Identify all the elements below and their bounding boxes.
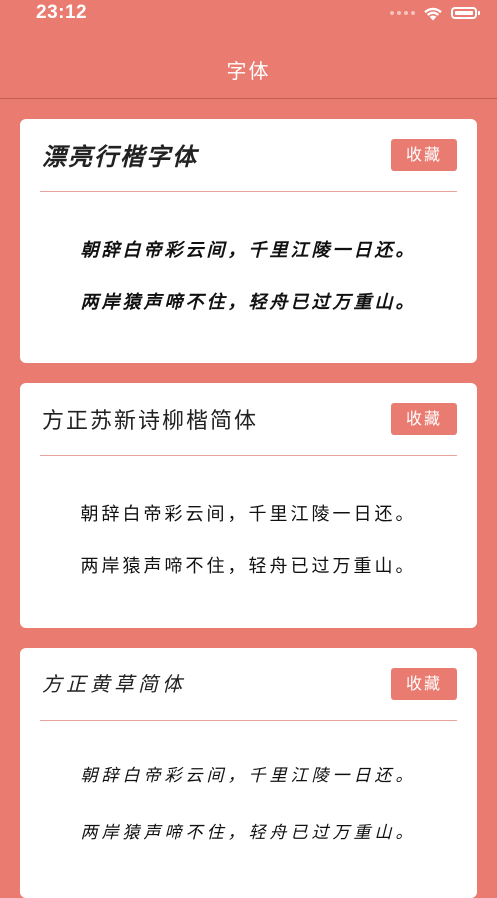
favorite-button[interactable]: 收藏: [391, 668, 457, 700]
battery-icon: [451, 7, 480, 19]
divider: [40, 455, 457, 456]
font-card: 方正苏新诗柳楷简体 收藏 朝辞白帝彩云间，千里江陵一日还。 两岸猿声啼不住，轻舟…: [20, 383, 477, 628]
favorite-button[interactable]: 收藏: [391, 403, 457, 435]
font-card: 漂亮行楷字体 收藏 朝辞白帝彩云间，千里江陵一日还。 两岸猿声啼不住，轻舟已过万…: [20, 119, 477, 363]
status-time: 23:12: [36, 2, 88, 23]
font-card: 方正黄草简体 收藏 朝辞白帝彩云间，千里江陵一日还。 两岸猿声啼不住，轻舟已过万…: [20, 648, 477, 898]
cellular-signal-icon: [390, 11, 415, 15]
poem-line: 朝辞白帝彩云间，千里江陵一日还。: [80, 504, 417, 525]
page-title: 字体: [226, 59, 271, 83]
poem-line: 两岸猿声啼不住，轻舟已过万重山。: [80, 292, 417, 313]
font-name: 方正苏新诗柳楷简体: [42, 409, 259, 434]
poem-line: 朝辞白帝彩云间，千里江陵一日还。: [80, 240, 417, 261]
status-icons: [390, 3, 480, 23]
font-name: 漂亮行楷字体: [42, 142, 198, 171]
divider: [40, 191, 457, 192]
status-bar: 23:12: [0, 0, 497, 28]
poem-line: 两岸猿声啼不住，轻舟已过万重山。: [80, 556, 417, 577]
poem-line: 朝辞白帝彩云间，千里江陵一日还。: [80, 766, 417, 786]
wifi-icon: [424, 7, 442, 20]
poem-line: 两岸猿声啼不住，轻舟已过万重山。: [80, 823, 417, 843]
favorite-button[interactable]: 收藏: [391, 139, 457, 171]
nav-bar: 字体: [0, 28, 497, 99]
font-name: 方正黄草简体: [42, 672, 186, 696]
divider: [40, 720, 457, 721]
